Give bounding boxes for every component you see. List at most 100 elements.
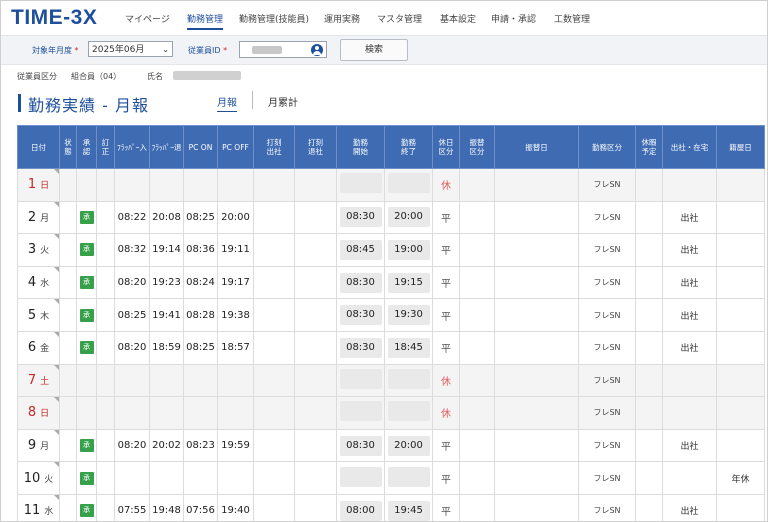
work-start-cell[interactable]: 08:30 — [336, 265, 385, 300]
app-logo[interactable]: TIME-3X — [11, 6, 97, 30]
work-start-field[interactable]: 08:30 — [339, 207, 382, 228]
nav-mypage[interactable]: マイページ — [125, 12, 170, 25]
pc-on-cell-value: 08:25 — [186, 211, 215, 223]
work-end-field[interactable]: 19:30 — [387, 305, 430, 326]
approved-badge[interactable]: 承 — [79, 276, 94, 290]
leave-plan-cell — [635, 363, 663, 398]
work-end-cell[interactable] — [384, 396, 433, 430]
work-end-field[interactable]: 19:45 — [387, 500, 430, 521]
work-end-cell[interactable]: 19:15 — [384, 265, 433, 300]
table-row: 7 土 休 フレSN — [17, 363, 765, 398]
date-cell[interactable]: 6金 — [17, 330, 60, 365]
work-end-cell[interactable]: 19:30 — [384, 298, 433, 332]
approve-cell — [76, 396, 97, 430]
nav-attendance[interactable]: 勤務管理 — [187, 12, 224, 30]
nav-operations[interactable]: 運用実務 — [324, 12, 360, 25]
date-cell[interactable]: 8日 — [17, 396, 60, 430]
work-end-cell[interactable]: 19:00 — [384, 233, 433, 267]
flapper-in-cell-value: 08:25 — [117, 309, 147, 321]
transfer-div-cell — [459, 461, 495, 495]
work-start-cell[interactable] — [336, 363, 385, 398]
work-end-field[interactable] — [387, 466, 430, 487]
work-start-field[interactable]: 08:30 — [339, 337, 382, 358]
date-cell[interactable]: 10 火 — [17, 461, 60, 495]
work-end-field[interactable] — [387, 368, 430, 389]
month-select[interactable]: 2025年06月 ⌄ — [88, 41, 173, 57]
work-start-cell[interactable]: 08:00 — [336, 493, 385, 521]
work-end-field[interactable] — [387, 173, 430, 194]
nav-master[interactable]: マスタ管理 — [377, 12, 422, 25]
work-end-cell[interactable] — [384, 461, 433, 495]
nav-settings[interactable]: 基本設定 — [440, 12, 476, 25]
date-cell[interactable]: 1日 — [17, 168, 60, 202]
work-end-cell[interactable]: 20:00 — [384, 428, 433, 463]
column-header-transfer-div: 振替 区分 — [459, 125, 495, 169]
pc-on-cell-value: 08:36 — [186, 244, 215, 256]
date-cell[interactable]: 5木 — [17, 298, 60, 332]
work-start-cell[interactable]: 08:30 — [336, 298, 385, 332]
work-start-cell[interactable]: 08:30 — [336, 330, 385, 365]
tab-monthly[interactable]: 月報 — [217, 94, 237, 112]
column-header-stamp-in: 打刻 出社 — [253, 125, 295, 169]
extra-cell — [716, 396, 765, 430]
approved-badge[interactable]: 承 — [79, 439, 94, 453]
holiday-div-cell-value: 平 — [441, 344, 451, 356]
approved-badge[interactable]: 承 — [79, 243, 94, 257]
work-start-field[interactable] — [339, 466, 382, 487]
search-button[interactable]: 検索 — [340, 39, 408, 61]
table-row: 11 水 承 07:55 19:48 07:56 19:40 08:00 19:45 平 フレSN 出… — [17, 493, 765, 521]
work-start-cell[interactable]: 08:30 — [336, 428, 385, 463]
work-start-cell[interactable] — [336, 461, 385, 495]
work-end-field[interactable]: 20:00 — [387, 207, 430, 228]
work-end-cell[interactable] — [384, 168, 433, 202]
nav-manhours[interactable]: 工数管理 — [554, 12, 590, 25]
tab-cumulative[interactable]: 月累計 — [268, 94, 298, 109]
work-start-field[interactable]: 08:30 — [339, 305, 382, 326]
work-start-field[interactable]: 08:00 — [339, 500, 382, 521]
date-cell[interactable]: 2月 — [17, 200, 60, 235]
work-start-field[interactable] — [339, 173, 382, 194]
approved-badge[interactable]: 承 — [79, 504, 94, 518]
work-start-field[interactable] — [339, 401, 382, 422]
flapper-in-cell-value: 08:32 — [117, 244, 147, 256]
work-start-cell[interactable] — [336, 396, 385, 430]
employee-id-input[interactable] — [239, 41, 327, 58]
work-end-field[interactable] — [387, 401, 430, 422]
corner-marker-icon — [54, 462, 59, 468]
work-start-field[interactable]: 08:30 — [339, 272, 382, 293]
holiday-div-cell: 平 — [432, 265, 460, 300]
date-cell[interactable]: 3火 — [17, 233, 60, 267]
nav-attendance-skilled[interactable]: 勤務管理(技能員) — [239, 12, 309, 25]
work-end-cell[interactable] — [384, 363, 433, 398]
transfer-div-cell — [459, 200, 495, 235]
approved-badge[interactable]: 承 — [79, 210, 94, 224]
work-start-field[interactable]: 08:45 — [339, 239, 382, 260]
work-end-cell[interactable]: 19:45 — [384, 493, 433, 521]
date-cell[interactable]: 11 水 — [17, 493, 60, 521]
approved-badge[interactable]: 承 — [79, 341, 94, 355]
work-end-field[interactable]: 19:00 — [387, 239, 430, 260]
flapper-out-cell — [149, 363, 184, 398]
date-cell[interactable]: 4水 — [17, 265, 60, 300]
work-start-cell[interactable]: 08:30 — [336, 200, 385, 235]
nav-approval[interactable]: 申請・承認 — [491, 12, 536, 25]
work-end-cell[interactable]: 18:45 — [384, 330, 433, 365]
work-end-field[interactable]: 20:00 — [387, 435, 430, 456]
work-end-field[interactable]: 18:45 — [387, 337, 430, 358]
date-cell[interactable]: 7土 — [17, 363, 60, 398]
person-icon[interactable] — [311, 44, 323, 56]
work-end-cell[interactable]: 20:00 — [384, 200, 433, 235]
work-div-cell: フレSN — [578, 363, 636, 398]
correct-cell — [96, 363, 115, 398]
work-start-cell[interactable]: 08:45 — [336, 233, 385, 267]
pc-off-cell-value: 19:11 — [221, 244, 250, 256]
approved-badge[interactable]: 承 — [79, 308, 94, 322]
date-cell[interactable]: 9月 — [17, 428, 60, 463]
day-number: 7 — [27, 372, 37, 388]
work-start-field[interactable] — [339, 368, 382, 389]
work-end-field[interactable]: 19:15 — [387, 272, 430, 293]
work-start-field[interactable]: 08:30 — [339, 435, 382, 456]
extra-cell — [716, 200, 765, 235]
work-start-cell[interactable] — [336, 168, 385, 202]
approved-badge[interactable]: 承 — [79, 471, 94, 485]
